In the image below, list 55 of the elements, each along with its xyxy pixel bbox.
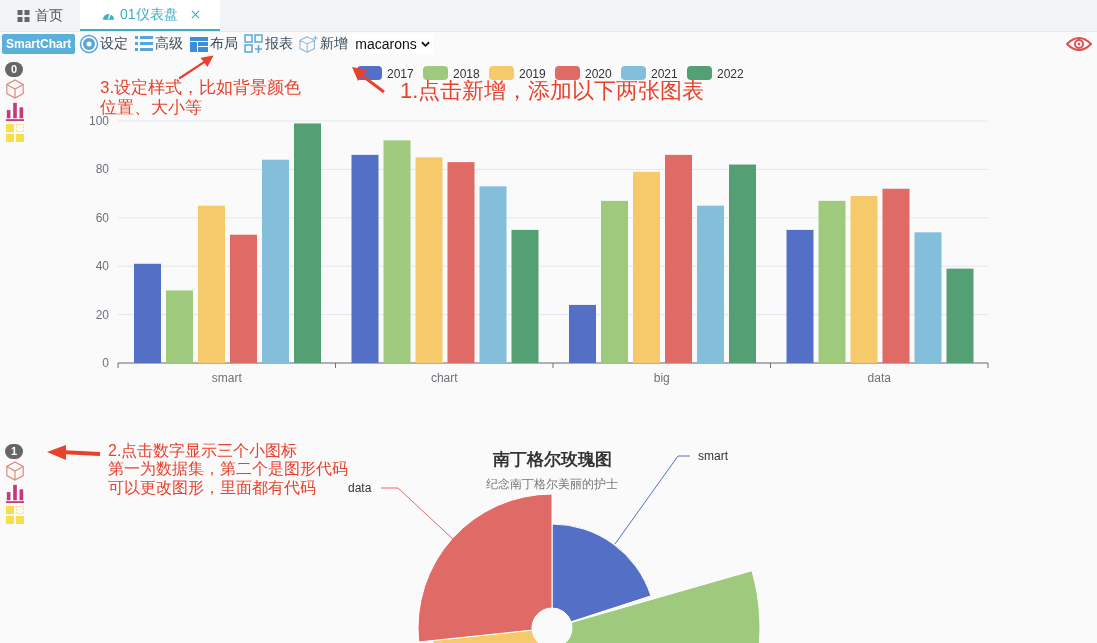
gear-icon [79, 34, 100, 54]
slice-label: data [347, 481, 372, 495]
report-icon [244, 34, 265, 54]
axis-tick-label: 40 [95, 259, 109, 274]
slice-label: smart [697, 449, 728, 463]
chevron-icon [420, 40, 430, 48]
legend-swatch[interactable] [488, 66, 514, 80]
annotation-arrow [176, 54, 216, 80]
legend-swatch[interactable] [422, 66, 448, 80]
theme-select[interactable]: macarons [352, 34, 433, 54]
chart-number-badge[interactable]: 1 [5, 444, 23, 459]
category-label: chart [430, 371, 458, 385]
axis-tick-label: 80 [95, 162, 109, 177]
eye-icon[interactable] [1066, 36, 1092, 52]
chart-number-badge[interactable]: 0 [5, 62, 23, 77]
cube-icon[interactable] [5, 79, 25, 99]
legend-label[interactable]: 2020 [584, 67, 612, 81]
axis-tick-label: 20 [95, 307, 109, 322]
legend-label[interactable]: 2018 [452, 67, 480, 81]
bar-chart-icon[interactable] [5, 101, 25, 121]
toolbar-button[interactable]: 报表 [242, 34, 296, 54]
category-label: data [867, 371, 891, 385]
axis-tick-label: 60 [95, 210, 109, 225]
annotation-note: 3.设定样式，比如背景颜色 位置、大小等 [100, 78, 302, 117]
legend-label[interactable]: 2022 [716, 67, 744, 81]
close-icon[interactable] [190, 10, 200, 19]
legend-label[interactable]: 2021 [650, 67, 678, 81]
brand-label: SmartChart [2, 34, 76, 54]
annotation-note: 2.点击数字显示三个小图标 第一为数据集，第二个是图形代码 可以更改图形，里面都有代码 [108, 442, 348, 498]
bar-chart-icon[interactable] [5, 483, 25, 503]
category-label: big [653, 371, 670, 385]
chart-subtitle: 纪念南丁格尔美丽的护士 [485, 477, 618, 491]
legend-label[interactable]: 2019 [518, 67, 546, 81]
toolbar-button[interactable]: 高级 [132, 34, 186, 54]
axis-tick-label: 100 [88, 114, 109, 128]
category-label: smart [211, 371, 242, 385]
list-icon [134, 34, 155, 54]
bar [568, 304, 596, 363]
annotation-note: 1.点击新增，添加以下两张图表 [400, 78, 705, 104]
legend-swatch[interactable] [686, 66, 712, 80]
toolbar-button[interactable]: 设定 [77, 34, 131, 54]
grid-icon [17, 9, 30, 22]
toolbar-button[interactable]: 新增 [297, 34, 351, 54]
legend-label[interactable]: 2017 [386, 67, 414, 81]
cube-icon [299, 34, 320, 54]
annotation-arrow [46, 444, 102, 462]
chart-title: 南丁格尔玫瑰图 [492, 450, 612, 469]
axis-tick-label: 0 [102, 356, 109, 370]
annotation-arrow [350, 64, 386, 94]
legend-swatch[interactable] [620, 66, 646, 80]
tab[interactable]: 首页 [0, 0, 80, 31]
layout-icon [189, 34, 210, 54]
toolbar-button[interactable]: 布局 [187, 34, 241, 54]
legend-swatch[interactable] [554, 66, 580, 80]
cube-icon[interactable] [5, 461, 25, 481]
